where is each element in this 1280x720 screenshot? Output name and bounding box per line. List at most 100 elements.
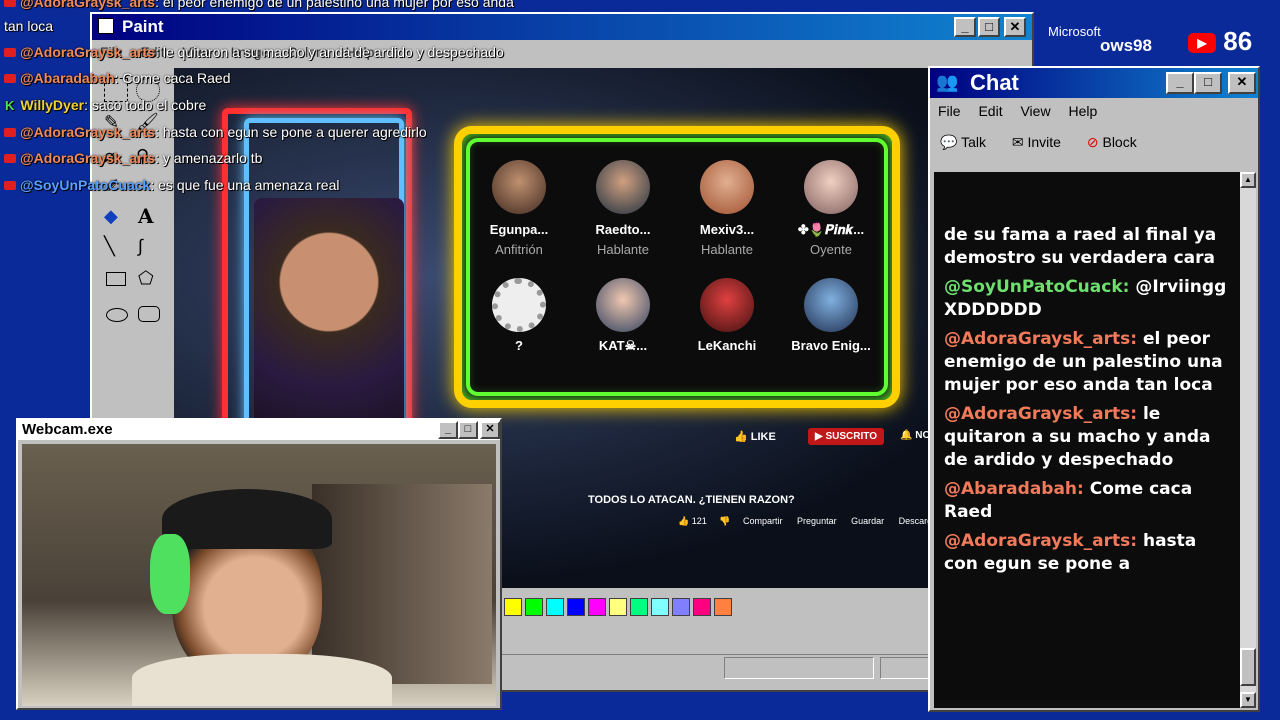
microsoft-label: Microsoft — [1048, 24, 1101, 39]
rectangle-tool-icon[interactable] — [106, 272, 126, 286]
participant-role: Oyente — [810, 242, 852, 257]
menu-file[interactable]: File — [938, 103, 961, 119]
save-button[interactable]: Guardar — [851, 516, 884, 526]
invite-button[interactable]: ✉ Invite — [1012, 134, 1061, 150]
color-palette — [504, 598, 735, 620]
webcam-body — [132, 654, 392, 706]
youtube-icon — [4, 48, 16, 57]
like-button[interactable]: 👍 LIKE — [734, 430, 776, 443]
like-count: 121 — [691, 516, 707, 526]
menu-edit[interactable]: Edit — [978, 103, 1002, 119]
line-tool-icon[interactable]: ╲ — [104, 236, 128, 260]
chat-scrollbar[interactable]: ▲ ▼ — [1240, 172, 1256, 708]
subscribe-button[interactable]: ▶ SUSCRITO — [808, 428, 884, 445]
like-label: LIKE — [750, 431, 776, 443]
curve-tool-icon[interactable]: ∫ — [138, 236, 162, 260]
youtube-counter: ▶ 86 — [1188, 26, 1252, 57]
overlay-chat: @AdoraGraysk_arts: el peor enemigo de un… — [0, 0, 560, 200]
webcam-window: Webcam.exe _ □ ✕ — [16, 418, 502, 710]
menu-help[interactable]: Help — [1068, 103, 1097, 119]
maximize-button[interactable]: □ — [978, 17, 1000, 37]
close-button[interactable]: ✕ — [480, 421, 500, 439]
webcam-cap — [162, 489, 332, 549]
ask-button[interactable]: Preguntar — [797, 516, 837, 526]
avatar[interactable] — [596, 278, 650, 332]
text-tool-icon[interactable]: A — [138, 204, 162, 228]
color-swatch[interactable] — [714, 598, 732, 616]
chat-title: Chat — [970, 70, 1019, 95]
color-swatch[interactable] — [693, 598, 711, 616]
share-button[interactable]: Compartir — [743, 516, 783, 526]
color-swatch[interactable] — [588, 598, 606, 616]
invite-icon: ✉ — [1011, 134, 1024, 150]
avatar[interactable] — [596, 160, 650, 214]
chat-message: @Abaradabah: Come caca Raed — [944, 478, 1230, 524]
overlay-chat-user: @Abaradabah — [20, 70, 115, 86]
chat-username: @SoyUnPatoCuack: — [944, 277, 1130, 297]
overlay-chat-line: @SoyUnPatoCuack: es que fue una amenaza … — [0, 177, 340, 193]
chat-message: @SoyUnPatoCuack: @Irviingg XDDDDDD — [944, 276, 1230, 322]
close-button[interactable]: ✕ — [1228, 72, 1256, 94]
chat-window: 👥 Chat _ □ ✕ File Edit View Help 💬 Talk … — [928, 66, 1260, 712]
overlay-chat-line: @AdoraGraysk_arts: y amenazarlo tb — [0, 150, 262, 166]
participant-name: LeKanchi — [697, 338, 757, 353]
block-label: Block — [1102, 134, 1137, 150]
fill-icon[interactable]: ◆ — [104, 206, 128, 230]
windows-label: ows98 — [1100, 36, 1152, 55]
talk-button[interactable]: 💬 Talk — [940, 134, 986, 150]
avatar[interactable] — [700, 160, 754, 214]
overlay-chat-line: @Abaradabah: Come caca Raed — [0, 70, 231, 86]
polygon-tool-icon[interactable]: ⬠ — [138, 268, 162, 292]
overlay-chat-line: K WillyDyer: saco todo el cobre — [0, 97, 206, 113]
overlay-chat-line: @AdoraGraysk_arts: el peor enemigo de un… — [0, 0, 514, 10]
scroll-up-icon[interactable]: ▲ — [1240, 172, 1256, 188]
color-swatch[interactable] — [546, 598, 564, 616]
color-swatch[interactable] — [609, 598, 627, 616]
kick-icon: K — [5, 98, 15, 113]
menu-view[interactable]: View — [1020, 103, 1050, 119]
thumbs-up-icon[interactable]: 👍 — [678, 516, 689, 526]
scroll-down-icon[interactable]: ▼ — [1240, 692, 1256, 708]
chat-text: de su fama a raed al final ya demostro s… — [944, 225, 1217, 268]
webcam-shelf — [312, 484, 492, 684]
color-swatch[interactable] — [651, 598, 669, 616]
chat-message: @AdoraGraysk_arts: el peor enemigo de un… — [944, 328, 1230, 397]
color-swatch[interactable] — [567, 598, 585, 616]
color-swatch[interactable] — [504, 598, 522, 616]
ellipse-tool-icon[interactable] — [106, 308, 128, 322]
talk-label: Talk — [961, 134, 986, 150]
participant-name: ✤🌷𝑷𝒊𝒏𝒌... — [797, 222, 865, 237]
maximize-button[interactable]: □ — [1194, 72, 1222, 94]
avatar[interactable] — [700, 278, 754, 332]
scroll-thumb[interactable] — [1240, 648, 1256, 686]
chat-log[interactable]: de su fama a raed al final ya demostro s… — [934, 172, 1240, 708]
people-icon: 👥 — [936, 72, 959, 92]
overlay-chat-text: : es que fue una amenaza real — [150, 177, 340, 193]
color-swatch[interactable] — [672, 598, 690, 616]
chat-username: @AdoraGraysk_arts: — [944, 329, 1138, 349]
participant-name: Raedto... — [595, 222, 651, 237]
minimize-button[interactable]: _ — [1166, 72, 1194, 94]
overlay-chat-text: : saco todo el cobre — [84, 97, 207, 113]
color-swatch[interactable] — [525, 598, 543, 616]
overlay-chat-user: @SoyUnPatoCuack — [20, 177, 151, 193]
bell-icon: 🔔 — [900, 430, 913, 441]
rounded-rect-tool-icon[interactable] — [138, 306, 160, 322]
color-swatch[interactable] — [630, 598, 648, 616]
chat-toolbar: 💬 Talk ✉ Invite ⊘ Block — [940, 134, 1137, 151]
maximize-button[interactable]: □ — [458, 421, 478, 439]
overlay-chat-text: : Come caca Raed — [114, 70, 231, 86]
minimize-button[interactable]: _ — [438, 421, 458, 439]
avatar[interactable] — [804, 160, 858, 214]
overlay-chat-text: : hasta con egun se pone a querer agredi… — [155, 124, 427, 140]
webcam-headset — [150, 534, 190, 614]
block-button[interactable]: ⊘ Block — [1087, 134, 1137, 150]
chat-username: @AdoraGraysk_arts: — [944, 404, 1138, 424]
minimize-button[interactable]: _ — [954, 17, 976, 37]
avatar[interactable] — [804, 278, 858, 332]
youtube-icon — [4, 154, 16, 163]
thumbs-down-icon[interactable]: 👎 — [719, 516, 730, 526]
youtube-icon — [4, 74, 16, 83]
close-button[interactable]: ✕ — [1004, 17, 1026, 37]
youtube-icon: ▶ — [1188, 33, 1216, 53]
